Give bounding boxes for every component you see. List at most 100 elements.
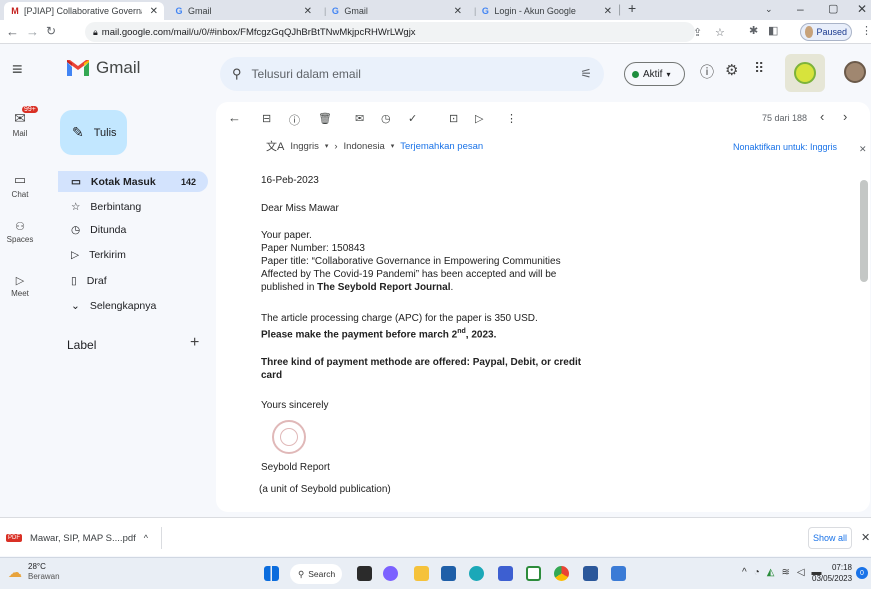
add-label-button[interactable]: + <box>190 334 199 352</box>
close-translate-icon[interactable]: ✕ <box>859 144 867 155</box>
wifi-icon[interactable]: ≋ <box>781 567 789 578</box>
chat-app-icon[interactable] <box>383 566 398 581</box>
weather-widget[interactable]: ☁ 28°C Berawan <box>8 562 60 582</box>
extensions-icon[interactable]: ✱ <box>749 24 758 37</box>
label-icon[interactable]: ▷ <box>475 112 483 125</box>
filter-options-icon[interactable]: ⚟ <box>580 66 592 82</box>
close-icon[interactable]: ✕ <box>604 6 612 17</box>
compose-button[interactable]: ✎ Tulis <box>60 110 127 155</box>
archive-icon[interactable]: ⊟ <box>262 112 271 125</box>
reload-button[interactable]: ↻ <box>46 24 56 38</box>
side-panel-icon[interactable]: ◧ <box>768 24 778 37</box>
clock[interactable]: 07:18 03/05/2023 <box>812 562 852 584</box>
nav-label: Draf <box>86 274 107 287</box>
tab-login[interactable]: | G Login - Akun Google ✕ <box>468 2 618 20</box>
rail-spaces[interactable]: ⚇ Spaces <box>0 220 40 244</box>
forward-button[interactable]: → <box>26 24 39 39</box>
task-view-icon[interactable] <box>357 566 372 581</box>
translate-message-link[interactable]: Terjemahkan pesan <box>400 141 483 152</box>
taskbar-search[interactable]: ⚲ Search <box>290 564 342 584</box>
notification-icon[interactable]: 0 <box>856 567 868 579</box>
payment-deadline: Please make the payment before march 2nd… <box>261 326 496 342</box>
tab-search-icon[interactable]: ⌄ <box>765 4 773 15</box>
back-arrow-icon[interactable]: ← <box>228 110 241 125</box>
avatar[interactable] <box>844 61 866 83</box>
disable-translate-link[interactable]: Nonaktifkan untuk: Inggris <box>733 142 837 152</box>
paper-title-line: published in The Seybold Report Journal. <box>261 282 453 295</box>
excel-icon[interactable] <box>526 566 541 581</box>
file-explorer-icon[interactable] <box>414 566 429 581</box>
add-task-icon[interactable]: ✓ <box>408 112 417 125</box>
source-language[interactable]: Inggris <box>290 141 319 152</box>
nav-snoozed[interactable]: ◷ Ditunda <box>58 219 208 240</box>
close-icon[interactable]: ✕ <box>150 6 158 17</box>
close-download-bar-icon[interactable]: ✕ <box>861 531 870 544</box>
back-button[interactable]: ← <box>6 24 19 39</box>
snooze-icon[interactable]: ◷ <box>381 112 391 125</box>
store-icon[interactable] <box>441 566 456 581</box>
gmail-header: ≡ Gmail ⚲ Telusuri dalam email ⚟ Aktif ▾… <box>0 44 871 98</box>
nav-label: Kotak Masuk <box>90 175 156 188</box>
browser-toolbar: ← → ↻ 🔒︎ mail.google.com/mail/u/0/#inbox… <box>0 20 871 44</box>
report-spam-icon[interactable]: ⓘ <box>289 112 300 128</box>
volume-icon[interactable]: ◁ <box>797 567 805 578</box>
close-icon[interactable]: ✕ <box>304 6 312 17</box>
window-close-button[interactable]: ✕ <box>857 2 867 16</box>
minimize-button[interactable]: – <box>797 2 804 16</box>
nav-starred[interactable]: ☆ Berbintang <box>58 196 208 217</box>
mark-unread-icon[interactable]: ✉ <box>355 112 364 125</box>
message-intro: Your paper. <box>261 230 312 241</box>
more-options-icon[interactable]: ⋮ <box>506 112 517 125</box>
newer-chevron-icon[interactable]: ‹ <box>820 109 824 124</box>
caret-down-icon: ▾ <box>390 143 395 150</box>
app-icon[interactable] <box>498 566 513 581</box>
nav-more[interactable]: ⌄ Selengkapnya <box>58 295 208 316</box>
paper-title-line: Paper title: “Collaborative Governance i… <box>261 256 561 267</box>
rail-meet[interactable]: ▷ Meet <box>0 274 40 298</box>
translate-bar: 文A Inggris ▾ › Indonesia ▾ Terjemahkan p… <box>266 138 483 154</box>
nav-inbox[interactable]: ▭ Kotak Masuk 142 <box>58 171 208 192</box>
google-drive-icon[interactable]: ◭ <box>767 567 775 578</box>
target-language[interactable]: Indonesia <box>344 141 385 152</box>
scrollbar-thumb[interactable] <box>860 180 868 282</box>
tab-gmail-2[interactable]: | G Gmail ✕ <box>318 2 468 20</box>
profile-paused-button[interactable]: Paused <box>800 23 852 41</box>
org-logo[interactable] <box>785 54 825 92</box>
network-icon[interactable]: ◔ <box>754 567 760 578</box>
chevron-up-icon[interactable]: ^ <box>742 567 747 578</box>
restore-button[interactable]: ▢ <box>828 2 838 15</box>
gmail-logo[interactable]: Gmail <box>66 58 140 78</box>
rail-chat[interactable]: ▭ Chat <box>0 172 40 199</box>
tab-gmail-1[interactable]: G Gmail ✕ <box>168 2 318 20</box>
help-icon[interactable]: ⓘ <box>700 62 714 82</box>
move-to-icon[interactable]: ⊡ <box>449 112 458 125</box>
settings-gear-icon[interactable]: ⚙ <box>725 61 738 79</box>
word-icon[interactable] <box>583 566 598 581</box>
older-chevron-icon[interactable]: › <box>843 109 847 124</box>
windows-start-icon[interactable] <box>264 566 279 581</box>
system-tray[interactable]: ^ ◔ ◭ ≋ ◁ ▬ <box>742 567 822 578</box>
hamburger-menu-icon[interactable]: ≡ <box>12 59 23 80</box>
new-tab-button[interactable]: + <box>628 0 636 16</box>
download-item[interactable]: PDF Mawar, SIP, MAP S....pdf ^ <box>6 527 162 549</box>
nav-drafts[interactable]: ▯ Draf <box>58 270 208 291</box>
edge-browser-icon[interactable] <box>469 566 484 581</box>
status-dropdown[interactable]: Aktif ▾ <box>624 62 685 86</box>
rail-mail[interactable]: ✉ 99+ Mail <box>0 106 40 138</box>
close-icon[interactable]: ✕ <box>454 6 462 17</box>
address-bar[interactable]: 🔒︎ mail.google.com/mail/u/0/#inbox/FMfcg… <box>85 22 725 42</box>
share-icon[interactable]: ⇪ <box>693 26 702 39</box>
menu-kebab-icon[interactable]: ⋮ <box>861 24 871 37</box>
chevron-up-icon[interactable]: ^ <box>144 533 148 543</box>
tab-pjiap[interactable]: M [PJIAP] Collaborative Governance ✕ <box>4 2 164 20</box>
chevron-down-icon: ⌄ <box>71 299 80 312</box>
nav-sent[interactable]: ▷ Terkirim <box>58 244 208 265</box>
delete-icon[interactable]: 🗑︎ <box>318 112 332 125</box>
photos-icon[interactable] <box>611 566 626 581</box>
apps-grid-icon[interactable]: ⠿ <box>754 60 764 77</box>
bookmark-star-icon[interactable]: ☆ <box>715 26 725 39</box>
search-input[interactable]: ⚲ Telusuri dalam email ⚟ <box>220 57 604 91</box>
show-all-button[interactable]: Show all <box>808 527 852 549</box>
search-icon[interactable]: ⚲ <box>232 66 242 82</box>
chrome-icon[interactable] <box>554 566 569 581</box>
